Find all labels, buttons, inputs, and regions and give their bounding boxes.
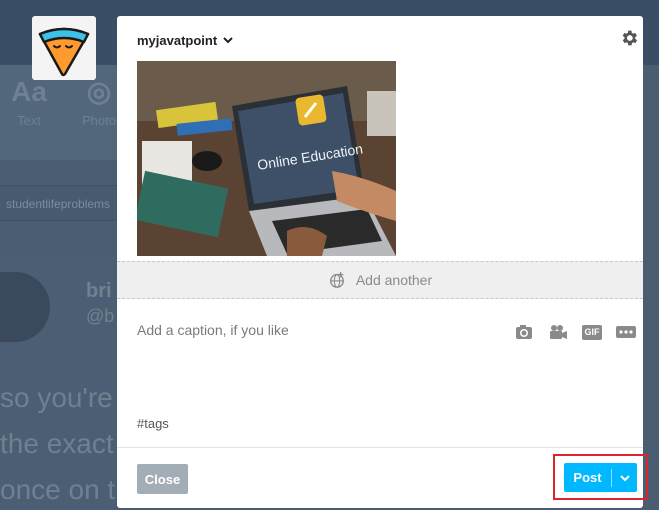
blog-avatar <box>32 16 96 80</box>
camera-icon <box>516 325 532 339</box>
text-post-icon: Aa <box>11 76 47 107</box>
add-another-label: Add another <box>355 272 433 288</box>
blog-selector[interactable]: myjavatpoint <box>137 30 234 50</box>
post-text-line: once on t <box>0 474 116 505</box>
post-author-handle: @b <box>86 306 115 326</box>
gear-icon[interactable] <box>619 28 639 48</box>
tags-input[interactable]: #tags <box>137 416 169 431</box>
uploaded-photo: Online Education <box>137 61 396 256</box>
post-options-dropdown[interactable] <box>612 472 637 484</box>
text-post-label: Text <box>17 113 41 128</box>
more-dots-icon <box>616 326 636 338</box>
post-button-group: Post <box>564 463 637 492</box>
pizza-logo-icon <box>38 27 90 77</box>
post-author-name: bri <box>86 280 112 302</box>
post-text-line: the exact <box>0 428 114 459</box>
gif-button[interactable]: GIF <box>582 324 602 340</box>
close-button[interactable]: Close <box>137 464 188 494</box>
chevron-down-icon <box>223 37 233 44</box>
post-text-line: so you're <box>0 382 113 413</box>
add-another-button[interactable]: Add another <box>117 261 643 299</box>
globe-add-icon <box>329 271 344 288</box>
blog-name: myjavatpoint <box>137 32 218 48</box>
post-button[interactable]: Post <box>564 470 611 485</box>
post-editor-modal: myjavatpoint Online Education Add anothe… <box>117 16 643 508</box>
more-options-button[interactable] <box>616 324 636 340</box>
dashboard-tagline: studentlifeproblems <box>0 185 117 221</box>
text-post-type: Aa Text <box>0 75 58 128</box>
gif-icon: GIF <box>582 324 602 340</box>
camera-button[interactable] <box>514 324 534 340</box>
video-button[interactable] <box>548 324 568 340</box>
caption-toolbar: GIF <box>514 324 636 340</box>
caption-input[interactable]: Add a caption, if you like <box>137 322 289 338</box>
laptop-photo-image: Online Education <box>137 61 396 256</box>
video-camera-icon <box>550 325 567 339</box>
chevron-down-icon <box>619 474 630 481</box>
